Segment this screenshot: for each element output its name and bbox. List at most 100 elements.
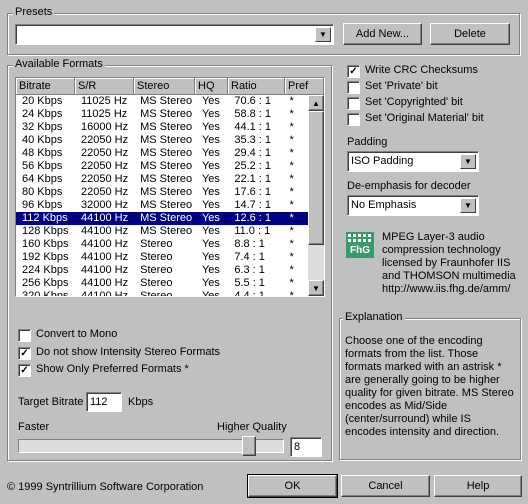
table-cell: 24 Kbps	[22, 108, 63, 120]
padding-dropdown[interactable]: ISO Padding ▼	[347, 151, 479, 172]
table-row[interactable]: 56 Kbps 22050 Hz MS Stereo Yes 25.2 : 1 *	[16, 160, 308, 173]
table-cell: Yes	[201, 95, 220, 107]
table-cell: Yes	[201, 147, 220, 159]
table-cell: 44100 Hz	[80, 264, 129, 276]
add-new-button[interactable]: Add New...	[343, 23, 422, 45]
deemphasis-dropdown[interactable]: No Emphasis ▼	[347, 195, 479, 216]
fhg-text: MPEG Layer-3 audio compression technolog…	[382, 231, 516, 295]
table-row[interactable]: 32 Kbps 16000 Hz MS Stereo Yes 44.1 : 1 *	[16, 121, 308, 134]
table-cell: Yes	[201, 251, 220, 263]
padding-value: ISO Padding	[351, 155, 414, 167]
table-cell: 70.6 : 1	[234, 95, 272, 107]
table-cell: 32000 Hz	[80, 199, 129, 211]
table-cell: *	[289, 147, 294, 159]
table-cell: *	[289, 173, 294, 185]
table-row[interactable]: 256 Kbps 44100 Hz Stereo Yes 5.5 : 1 *	[16, 277, 308, 290]
table-cell: 58.8 : 1	[234, 108, 272, 120]
table-cell: 16000 Hz	[80, 121, 129, 133]
table-cell: MS Stereo	[140, 121, 193, 133]
original-bit-checkbox[interactable]	[347, 113, 360, 126]
column-header-stereo[interactable]: Stereo	[134, 78, 195, 95]
table-cell: 22050 Hz	[80, 160, 129, 172]
formats-listview[interactable]: Bitrate S/R Stereo HQ Ratio Pref 20 Kbps…	[15, 77, 325, 297]
column-header-bitrate[interactable]: Bitrate	[16, 78, 75, 95]
table-cell: Yes	[201, 121, 220, 133]
quality-value-input[interactable]: 8	[290, 437, 322, 457]
higher-quality-label: Higher Quality	[217, 421, 287, 433]
table-row[interactable]: 24 Kbps 11025 Hz MS Stereo Yes 58.8 : 1 *	[16, 108, 308, 121]
formats-scrollbar[interactable]: ▲ ▼	[308, 95, 324, 296]
target-bitrate-unit: Kbps	[128, 396, 154, 408]
write-crc-label: Write CRC Checksums	[365, 64, 478, 76]
table-cell: Yes	[201, 108, 220, 120]
write-crc-checkbox[interactable]: ✓	[347, 65, 360, 78]
table-row[interactable]: 160 Kbps 44100 Hz Stereo Yes 8.8 : 1 *	[16, 238, 308, 251]
original-bit-label: Set 'Original Material' bit	[365, 112, 484, 124]
table-row[interactable]: 20 Kbps 11025 Hz MS Stereo Yes 70.6 : 1 *	[16, 95, 308, 108]
chevron-down-icon[interactable]: ▼	[460, 198, 476, 213]
table-row[interactable]: 80 Kbps 22050 Hz MS Stereo Yes 17.6 : 1 *	[16, 186, 308, 199]
chevron-down-icon[interactable]: ▼	[315, 27, 331, 42]
padding-label: Padding	[347, 136, 388, 148]
table-cell: 64 Kbps	[22, 173, 63, 185]
table-cell: MS Stereo	[140, 173, 193, 185]
table-cell: *	[289, 95, 294, 107]
table-cell: 6.3 : 1	[234, 264, 265, 276]
ok-button[interactable]: OK	[247, 474, 338, 498]
scroll-down-arrow-icon[interactable]: ▼	[308, 280, 324, 296]
table-cell: MS Stereo	[140, 160, 193, 172]
table-cell: *	[289, 186, 294, 198]
table-cell: Yes	[201, 238, 220, 250]
table-row[interactable]: 64 Kbps 22050 Hz MS Stereo Yes 22.1 : 1 *	[16, 173, 308, 186]
quality-slider[interactable]	[18, 436, 284, 456]
private-bit-checkbox[interactable]	[347, 81, 360, 94]
table-row[interactable]: 48 Kbps 22050 Hz MS Stereo Yes 29.4 : 1 *	[16, 147, 308, 160]
table-cell: 44100 Hz	[80, 225, 129, 237]
delete-button[interactable]: Delete	[430, 23, 510, 45]
table-row[interactable]: 320 Kbps 44100 Hz Stereo Yes 4.4 : 1 *	[16, 290, 308, 296]
column-header-ratio[interactable]: Ratio	[228, 78, 285, 95]
table-row[interactable]: 40 Kbps 22050 Hz MS Stereo Yes 35.3 : 1 *	[16, 134, 308, 147]
table-cell: 7.4 : 1	[234, 251, 265, 263]
table-cell: *	[289, 108, 294, 120]
deemphasis-label: De-emphasis for decoder	[347, 180, 471, 192]
table-cell: Yes	[201, 264, 220, 276]
target-bitrate-input[interactable]: 112	[86, 392, 122, 412]
table-cell: 5.5 : 1	[234, 277, 265, 289]
scroll-up-arrow-icon[interactable]: ▲	[308, 95, 324, 111]
table-row[interactable]: 112 Kbps 44100 Hz MS Stereo Yes 12.6 : 1 *	[16, 212, 308, 225]
convert-mono-checkbox[interactable]	[18, 329, 31, 342]
table-cell: MS Stereo	[140, 134, 193, 146]
scroll-thumb[interactable]	[308, 111, 324, 245]
table-cell: MS Stereo	[140, 108, 193, 120]
table-cell: 22050 Hz	[80, 186, 129, 198]
help-button[interactable]: Help	[434, 475, 522, 497]
column-header-pref[interactable]: Pref	[285, 78, 324, 95]
fhg-logo: FhG	[346, 232, 374, 258]
table-cell: 112 Kbps	[16, 212, 78, 225]
only-preferred-checkbox[interactable]: ✓	[18, 364, 31, 377]
table-cell: Stereo	[140, 238, 173, 250]
column-header-hq[interactable]: HQ	[195, 78, 228, 95]
formats-table: 20 Kbps 11025 Hz MS Stereo Yes 70.6 : 1 * 24 K…	[16, 95, 308, 296]
fhg-logo-text: FhG	[350, 245, 370, 256]
table-row[interactable]: 128 Kbps 44100 Hz MS Stereo Yes 11.0 : 1 *	[16, 225, 308, 238]
table-cell: 40 Kbps	[22, 134, 63, 146]
table-row[interactable]: 96 Kbps 32000 Hz MS Stereo Yes 14.7 : 1 *	[16, 199, 308, 212]
table-cell: *	[289, 251, 294, 263]
chevron-down-icon[interactable]: ▼	[460, 154, 476, 169]
table-row[interactable]: 224 Kbps 44100 Hz Stereo Yes 6.3 : 1 *	[16, 264, 308, 277]
table-cell: 44.1 : 1	[234, 121, 272, 133]
table-row[interactable]: 192 Kbps 44100 Hz Stereo Yes 7.4 : 1 *	[16, 251, 308, 264]
table-cell: Stereo	[140, 264, 173, 276]
table-cell: Yes	[201, 186, 220, 198]
column-header-sr[interactable]: S/R	[75, 78, 134, 95]
table-cell: 12.6 : 1	[231, 212, 287, 225]
copyright-text: © 1999 Syntrillium Software Corporation	[7, 481, 204, 493]
copyrighted-bit-checkbox[interactable]	[347, 97, 360, 110]
presets-combo[interactable]: ▼	[15, 24, 334, 45]
slider-thumb[interactable]	[242, 436, 256, 456]
no-intensity-checkbox[interactable]: ✓	[18, 347, 31, 360]
table-cell: Stereo	[140, 277, 173, 289]
cancel-button[interactable]: Cancel	[341, 475, 430, 497]
